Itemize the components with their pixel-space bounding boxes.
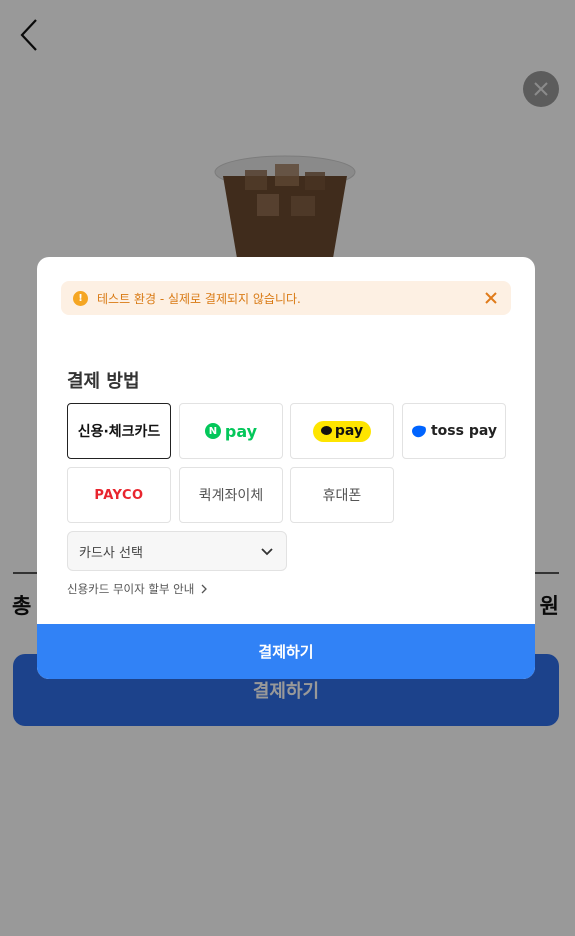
payment-method-title: 결제 방법 [67,371,140,392]
chevron-down-icon [261,548,273,556]
method-quick-transfer[interactable]: 퀵계좌이체 [179,467,283,523]
installment-info-text: 신용카드 무이자 할부 안내 [67,582,195,596]
card-company-select-label: 카드사 선택 [79,545,143,561]
method-kakao-pay[interactable]: pay [290,403,394,459]
kakao-bubble-icon [320,426,332,435]
chevron-right-icon [201,584,208,594]
method-naver-pay[interactable]: N pay [179,403,283,459]
method-credit-card-label: 신용·체크카드 [77,424,161,440]
naver-n-icon: N [204,423,221,439]
test-env-notice: ! 테스트 환경 - 실제로 결제되지 않습니다. [61,281,511,315]
pay-button[interactable]: 결제하기 [37,624,535,679]
toss-pay-label: toss pay [430,423,497,439]
naver-pay-label: pay [224,421,258,441]
method-mobile-phone[interactable]: 휴대폰 [290,467,394,523]
method-credit-card[interactable]: 신용·체크카드 [67,403,171,459]
card-company-select[interactable]: 카드사 선택 [67,531,287,571]
notice-text: 테스트 환경 - 실제로 결제되지 않습니다. [97,291,301,306]
installment-info-link[interactable]: 신용카드 무이자 할부 안내 [67,581,209,597]
toss-pay-logo: toss pay [411,423,497,439]
mobile-phone-label: 휴대폰 [322,488,362,504]
kakao-pay-label: pay [334,422,364,439]
toss-icon [411,425,426,438]
method-payco[interactable]: PAYCO [67,467,171,523]
payment-modal: ! 테스트 환경 - 실제로 결제되지 않습니다. 결제 방법 신용·체크카드 … [37,257,535,679]
kakao-pay-logo: pay [312,420,372,442]
naver-pay-logo: N pay [204,421,258,441]
payco-label: PAYCO [94,487,144,503]
notice-close-icon[interactable] [483,290,499,306]
method-toss-pay[interactable]: toss pay [402,403,506,459]
warning-icon: ! [73,290,88,306]
quick-transfer-label: 퀵계좌이체 [198,488,264,504]
